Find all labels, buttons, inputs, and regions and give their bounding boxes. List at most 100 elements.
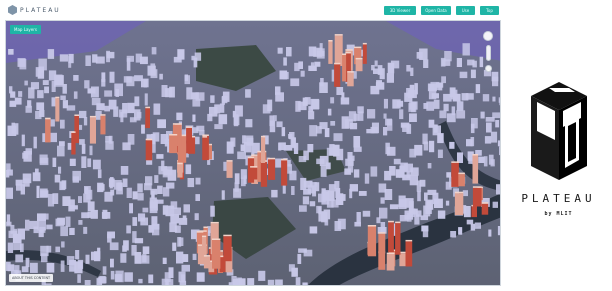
building xyxy=(408,103,416,112)
building xyxy=(230,137,236,147)
highlighted-building xyxy=(261,137,266,163)
building xyxy=(478,156,485,163)
zoom-control-icon[interactable] xyxy=(484,65,492,72)
building xyxy=(127,102,135,114)
building xyxy=(173,56,182,63)
building xyxy=(124,272,133,282)
building xyxy=(92,159,101,170)
building xyxy=(302,282,308,285)
highlighted-building xyxy=(226,161,233,178)
highlighted-building xyxy=(395,223,401,255)
building xyxy=(115,89,119,97)
city-3d-map[interactable]: Map Layers ABOUT THIS CONTENT xyxy=(5,20,501,286)
building xyxy=(283,57,287,66)
building xyxy=(178,237,184,246)
building xyxy=(6,163,11,172)
map-layers-button[interactable]: Map Layers xyxy=(10,25,41,34)
building xyxy=(406,65,411,72)
building xyxy=(97,169,102,179)
building xyxy=(105,136,111,143)
building xyxy=(399,165,405,178)
building xyxy=(129,203,133,214)
building xyxy=(42,80,49,85)
highlighted-building xyxy=(250,167,258,180)
highlighted-building xyxy=(268,159,276,180)
highlighted-building xyxy=(281,160,288,186)
viewer-button[interactable]: 3D Viewer xyxy=(384,6,416,15)
building xyxy=(83,117,88,126)
brand-subtitle: by MLIT xyxy=(544,211,573,217)
app-logo[interactable]: PLATEAU xyxy=(8,4,61,16)
building xyxy=(69,205,78,210)
building xyxy=(84,280,91,285)
building xyxy=(132,191,138,200)
building xyxy=(18,91,23,97)
building xyxy=(65,216,71,227)
building xyxy=(86,189,93,200)
building xyxy=(321,188,326,194)
highlighted-building xyxy=(334,64,341,87)
building xyxy=(295,277,301,285)
building xyxy=(299,205,307,212)
highlighted-building xyxy=(481,203,489,215)
building xyxy=(157,185,163,194)
building xyxy=(240,144,246,152)
building xyxy=(336,87,344,95)
highlighted-building xyxy=(202,237,207,256)
building xyxy=(156,154,164,159)
building xyxy=(182,215,187,221)
building xyxy=(152,223,160,230)
top-button[interactable]: Top xyxy=(480,6,499,15)
building xyxy=(340,194,346,201)
top-nav-buttons: 3D Viewer Open Data Use Top xyxy=(384,6,499,15)
building xyxy=(46,224,53,230)
highlighted-building xyxy=(367,226,377,257)
building xyxy=(94,251,101,262)
building xyxy=(414,214,420,225)
building xyxy=(247,278,255,285)
building xyxy=(353,136,361,148)
building xyxy=(8,49,14,55)
building xyxy=(96,103,105,111)
building xyxy=(81,156,87,168)
building xyxy=(421,225,429,232)
zoom-slider[interactable] xyxy=(485,45,491,61)
building xyxy=(6,187,13,199)
building xyxy=(480,111,485,119)
building-roof xyxy=(281,158,288,161)
building xyxy=(492,112,500,119)
open-data-button[interactable]: Open Data xyxy=(421,6,451,15)
building-roof xyxy=(71,131,76,133)
building-roof xyxy=(100,114,106,116)
building xyxy=(432,192,439,205)
compass-icon[interactable] xyxy=(483,31,493,41)
building xyxy=(331,199,339,208)
building xyxy=(426,101,435,111)
building xyxy=(495,120,500,128)
building xyxy=(383,127,388,136)
building xyxy=(195,177,201,185)
building xyxy=(40,188,48,198)
building xyxy=(126,225,131,234)
plateau-cube-logo-icon xyxy=(531,82,587,180)
building-roof xyxy=(196,231,204,233)
highlighted-building xyxy=(145,140,153,161)
about-content-link[interactable]: ABOUT THIS CONTENT xyxy=(9,274,54,282)
building xyxy=(173,207,181,216)
highlighted-building xyxy=(378,233,386,254)
building xyxy=(138,213,146,222)
building xyxy=(330,121,336,126)
building xyxy=(14,265,20,274)
building xyxy=(309,226,318,234)
building xyxy=(36,102,45,111)
building xyxy=(427,83,437,92)
building-roof xyxy=(202,136,208,138)
building xyxy=(143,183,152,191)
highlighted-building xyxy=(454,193,464,216)
highlighted-building xyxy=(347,72,354,87)
building-roof xyxy=(203,226,208,228)
building xyxy=(104,90,113,97)
building xyxy=(126,187,132,198)
building xyxy=(14,97,22,105)
use-button[interactable]: Use xyxy=(456,6,475,15)
